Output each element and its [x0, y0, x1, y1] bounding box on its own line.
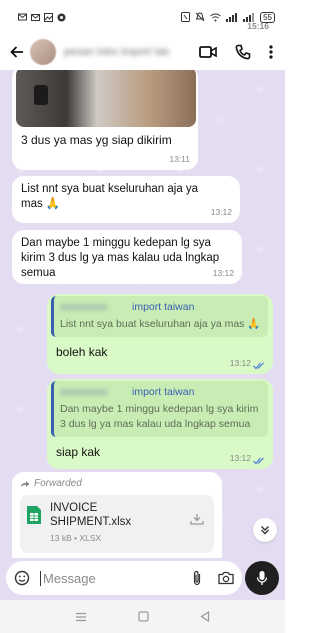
message-notification-icon: [18, 13, 27, 20]
quoted-sender: xxxxxxxxx import taiwan: [60, 300, 262, 315]
message-time: 13:12: [210, 207, 232, 217]
forwarded-message[interactable]: Forwarded INVOICE SHIPMENT.xlsx 13 kB • …: [12, 472, 222, 558]
home-icon[interactable]: [138, 611, 149, 622]
quoted-text: List nnt sya buat kseluruhan aja ya mas …: [60, 318, 261, 330]
wifi-icon: [210, 13, 221, 21]
quoted-message[interactable]: xxxxxxxxx import taiwan List nnt sya bua…: [51, 296, 268, 337]
app-notification-icon: [57, 13, 66, 21]
contact-name[interactable]: pesan toko import taiwan: [64, 46, 169, 58]
double-chevron-down-icon: [261, 526, 269, 535]
file-attachment[interactable]: INVOICE SHIPMENT.xlsx 13 kB • XLSX: [20, 495, 214, 553]
outgoing-message[interactable]: xxxxxxxxx import taiwan Dan maybe 1 ming…: [47, 379, 273, 469]
forwarded-label: Forwarded: [20, 478, 214, 489]
chat-area[interactable]: 3 dus ya mas yg siap dikirim 13:11 List …: [0, 70, 285, 558]
incoming-message[interactable]: List nnt sya buat kseluruhan aja ya mas …: [12, 176, 240, 223]
voice-call-icon[interactable]: [235, 44, 251, 60]
video-call-icon[interactable]: [199, 45, 217, 59]
message-time: 13:11: [169, 154, 190, 164]
more-options-icon[interactable]: [269, 45, 273, 59]
forwarded-text: Forwarded: [34, 478, 82, 489]
quoted-sender: xxxxxxxxx import taiwan: [60, 385, 262, 400]
composer-bar: Message: [0, 558, 285, 600]
read-ticks-icon: [253, 457, 264, 465]
message-time: 13:12: [212, 268, 234, 278]
quoted-sender-suffix: import taiwan: [132, 301, 195, 313]
read-ticks-icon: [253, 362, 264, 370]
voice-message-button[interactable]: [245, 561, 279, 595]
quoted-message[interactable]: xxxxxxxxx import taiwan Dan maybe 1 ming…: [51, 381, 268, 437]
back-nav-icon[interactable]: [200, 611, 210, 622]
chat-header: pesan toko import taiwan: [0, 34, 285, 70]
attach-icon[interactable]: [192, 570, 202, 586]
sticker-icon[interactable]: [14, 570, 30, 586]
camera-icon[interactable]: [218, 571, 234, 585]
message-time: 13:12: [229, 358, 251, 368]
outgoing-message[interactable]: xxxxxxxxx import taiwan List nnt sya bua…: [47, 294, 273, 374]
microphone-icon: [256, 571, 268, 585]
file-name-line-2: SHIPMENT.xlsx: [50, 516, 132, 528]
mail-notification-icon: [31, 13, 40, 21]
spreadsheet-icon: [27, 506, 41, 524]
forward-arrow-icon: [21, 480, 30, 487]
message-text: 3 dus ya mas yg siap dikirim: [21, 133, 172, 147]
contact-avatar[interactable]: [30, 39, 56, 65]
message-text: List nnt sya buat kseluruhan aja ya mas …: [21, 183, 199, 210]
message-input-box[interactable]: Message: [6, 561, 242, 595]
notification-icons: [18, 12, 66, 22]
quoted-sender-suffix: import taiwan: [132, 386, 195, 398]
message-time: 13:12: [229, 453, 251, 463]
scroll-to-bottom-button[interactable]: [253, 518, 277, 542]
incoming-message[interactable]: Dan maybe 1 minggu kedepan lg sya kirim …: [12, 230, 242, 284]
message-text: Dan maybe 1 minggu kedepan lg sya kirim …: [21, 237, 220, 279]
quoted-sender-name: xxxxxxxxx: [60, 386, 108, 398]
status-time: 15:16: [247, 21, 269, 31]
system-navigation-bar: [0, 600, 285, 633]
file-name-line-1: INVOICE: [50, 502, 98, 514]
quoted-text: Dan maybe 1 minggu kedepan lg sya kirim …: [60, 403, 259, 430]
recent-apps-icon[interactable]: [75, 612, 87, 622]
photo-object: [34, 85, 48, 105]
back-button[interactable]: [8, 43, 26, 61]
incoming-message[interactable]: 3 dus ya mas yg siap dikirim 13:11: [12, 70, 198, 170]
nfc-icon: [181, 12, 191, 22]
file-meta: 13 kB • XLSX: [50, 533, 102, 543]
message-input-placeholder[interactable]: Message: [40, 570, 96, 586]
signal-icon: [226, 12, 238, 22]
photo-attachment[interactable]: [16, 70, 196, 127]
download-icon[interactable]: [190, 513, 204, 525]
status-bar: 15:16 55: [0, 0, 285, 34]
gallery-notification-icon: [44, 12, 53, 22]
arrow-left-icon: [10, 46, 23, 58]
quoted-sender-name: xxxxxxxxx: [60, 301, 108, 313]
silent-icon: [195, 12, 205, 22]
